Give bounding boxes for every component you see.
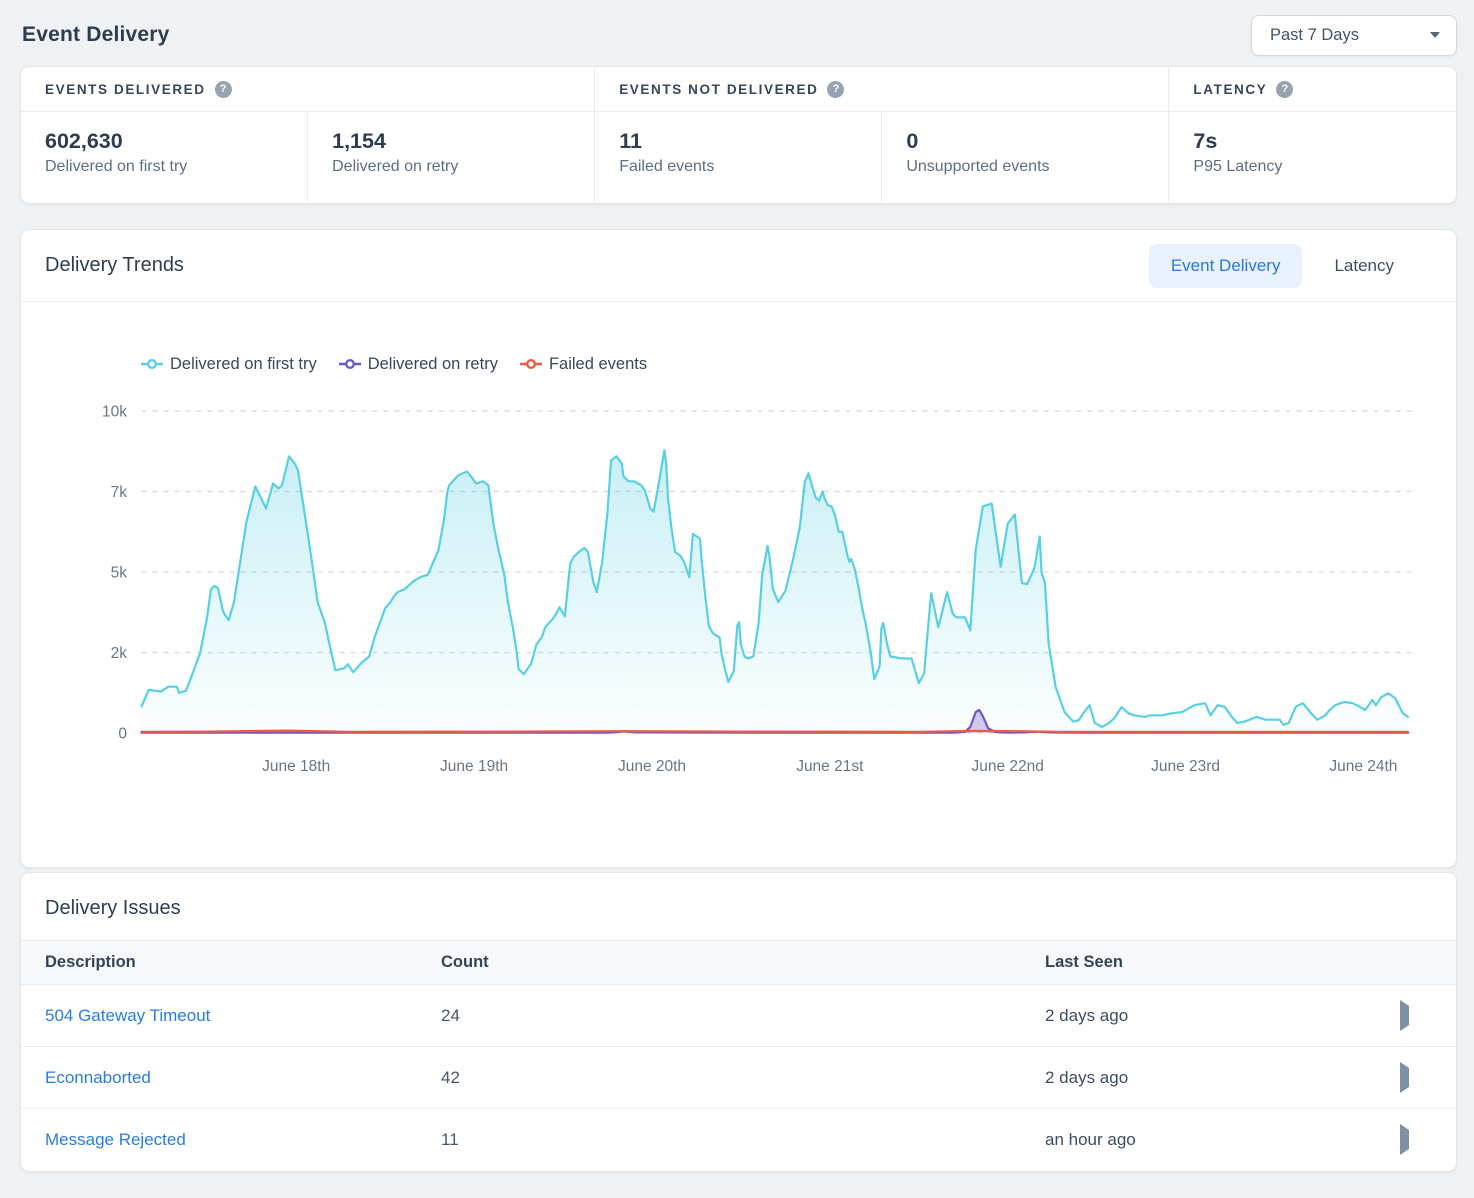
chart-legend: Delivered on first try Delivered on retry…: [141, 352, 1456, 376]
stat-cell: 1,154 Delivered on retry: [307, 112, 594, 203]
svg-text:7k: 7k: [111, 484, 128, 501]
stat-label: Unsupported events: [906, 158, 1144, 176]
legend-item-delivered-on-first-try[interactable]: Delivered on first try: [141, 355, 317, 374]
issue-description-cell: Message Rejected: [21, 1109, 441, 1171]
svg-text:June 23rd: June 23rd: [1151, 758, 1220, 775]
issue-actions-cell: [1400, 1109, 1456, 1171]
stat-group-2: LATENCY? 7s P95 Latency: [1168, 67, 1456, 203]
stat-value: 0: [906, 129, 1144, 154]
svg-text:June 20th: June 20th: [618, 758, 686, 775]
stat-label: P95 Latency: [1193, 158, 1432, 176]
issue-count-cell: 24: [441, 985, 1045, 1047]
stat-value: 1,154: [332, 129, 570, 154]
stat-label: Delivered on first try: [45, 158, 283, 176]
issues-column-header: Description: [21, 941, 441, 985]
delivery-trends-chart[interactable]: 0 2k 5k 7k 10k June 18th June 19th June 20th Jun…: [21, 390, 1456, 792]
stat-group-header: EVENTS DELIVERED?: [21, 67, 594, 112]
issue-last-seen-cell: 2 days ago: [1045, 1047, 1400, 1109]
issues-column-header-actions: [1400, 941, 1456, 985]
legend-item-failed-events[interactable]: Failed events: [520, 355, 647, 374]
chevron-right-icon[interactable]: [1400, 1000, 1409, 1031]
issue-description-cell: Econnaborted: [21, 1047, 441, 1109]
issues-header-row: DescriptionCountLast Seen: [21, 941, 1456, 985]
svg-text:June 22nd: June 22nd: [971, 758, 1043, 775]
stat-group-label: LATENCY: [1193, 82, 1267, 97]
delivery-issues-card: Delivery Issues DescriptionCountLast See…: [20, 872, 1457, 1172]
legend-label: Delivered on first try: [170, 355, 317, 374]
issue-count-cell: 42: [441, 1047, 1045, 1109]
svg-text:10k: 10k: [102, 404, 127, 421]
svg-text:June 19th: June 19th: [440, 758, 508, 775]
trends-tabs: Event DeliveryLatency: [1149, 244, 1416, 288]
svg-text:2k: 2k: [111, 645, 128, 662]
tab-latency[interactable]: Latency: [1312, 244, 1416, 288]
issue-actions-cell: [1400, 985, 1456, 1047]
stat-group-label: EVENTS NOT DELIVERED: [619, 82, 818, 97]
issue-description-link[interactable]: Econnaborted: [45, 1068, 151, 1087]
legend-label: Delivered on retry: [368, 355, 498, 374]
issues-column-header: Count: [441, 941, 1045, 985]
delivery-issues-title: Delivery Issues: [45, 897, 1432, 920]
chevron-right-icon[interactable]: [1400, 1062, 1409, 1093]
svg-text:June 21st: June 21st: [796, 758, 864, 775]
issue-row[interactable]: 504 Gateway Timeout 242 days ago: [21, 985, 1456, 1047]
event-delivery-page: Event Delivery Past 7 Days EVENTS DELIVE…: [0, 0, 1474, 1172]
chevron-down-icon: [1430, 32, 1440, 38]
issue-count-cell: 11: [441, 1109, 1045, 1171]
delivery-trends-title: Delivery Trends: [45, 254, 184, 277]
stat-cell: 11 Failed events: [595, 112, 881, 203]
svg-text:0: 0: [118, 726, 127, 743]
stat-group-0: EVENTS DELIVERED? 602,630 Delivered on fir…: [21, 67, 594, 203]
delivery-trends-header: Delivery Trends Event DeliveryLatency: [21, 230, 1456, 302]
delivery-issues-table: DescriptionCountLast Seen 504 Gateway Ti…: [21, 940, 1456, 1171]
svg-text:June 18th: June 18th: [262, 758, 330, 775]
stat-group-1: EVENTS NOT DELIVERED? 11 Failed events 0 Uns…: [594, 67, 1168, 203]
stat-value: 602,630: [45, 129, 283, 154]
page-title: Event Delivery: [20, 23, 170, 47]
legend-marker-icon: [141, 358, 163, 370]
issue-description-link[interactable]: Message Rejected: [45, 1130, 186, 1149]
stat-label: Delivered on retry: [332, 158, 570, 176]
stat-group-header: EVENTS NOT DELIVERED?: [595, 67, 1168, 112]
issue-description-link[interactable]: 504 Gateway Timeout: [45, 1006, 210, 1025]
stat-group-label: EVENTS DELIVERED: [45, 82, 206, 97]
issue-last-seen-cell: an hour ago: [1045, 1109, 1400, 1171]
issues-column-header: Last Seen: [1045, 941, 1400, 985]
stat-value: 11: [619, 129, 857, 154]
stat-cell: 602,630 Delivered on first try: [21, 112, 307, 203]
delivery-trends-card: Delivery Trends Event DeliveryLatency De…: [20, 229, 1457, 868]
legend-marker-icon: [339, 358, 361, 370]
issue-row[interactable]: Econnaborted 422 days ago: [21, 1047, 1456, 1109]
help-icon[interactable]: ?: [1276, 81, 1293, 98]
date-range-dropdown[interactable]: Past 7 Days: [1251, 15, 1457, 56]
chevron-right-icon[interactable]: [1400, 1124, 1409, 1155]
date-range-value: Past 7 Days: [1270, 26, 1359, 45]
legend-marker-icon: [520, 358, 542, 370]
svg-text:June 24th: June 24th: [1329, 758, 1397, 775]
stat-cell: 0 Unsupported events: [881, 112, 1168, 203]
stat-value: 7s: [1193, 129, 1432, 154]
issue-row[interactable]: Message Rejected 11an hour ago: [21, 1109, 1456, 1171]
delivery-issues-header: Delivery Issues: [21, 873, 1456, 940]
tab-event-delivery[interactable]: Event Delivery: [1149, 244, 1303, 288]
help-icon[interactable]: ?: [215, 81, 232, 98]
svg-text:5k: 5k: [111, 565, 128, 582]
issue-actions-cell: [1400, 1047, 1456, 1109]
help-icon[interactable]: ?: [827, 81, 844, 98]
legend-label: Failed events: [549, 355, 647, 374]
stat-cell: 7s P95 Latency: [1169, 112, 1456, 203]
issue-description-cell: 504 Gateway Timeout: [21, 985, 441, 1047]
stat-label: Failed events: [619, 158, 857, 176]
stats-summary-card: EVENTS DELIVERED? 602,630 Delivered on fir…: [20, 66, 1457, 204]
page-header: Event Delivery Past 7 Days: [20, 0, 1457, 66]
issue-last-seen-cell: 2 days ago: [1045, 985, 1400, 1047]
stat-group-header: LATENCY?: [1169, 67, 1456, 112]
legend-item-delivered-on-retry[interactable]: Delivered on retry: [339, 355, 498, 374]
